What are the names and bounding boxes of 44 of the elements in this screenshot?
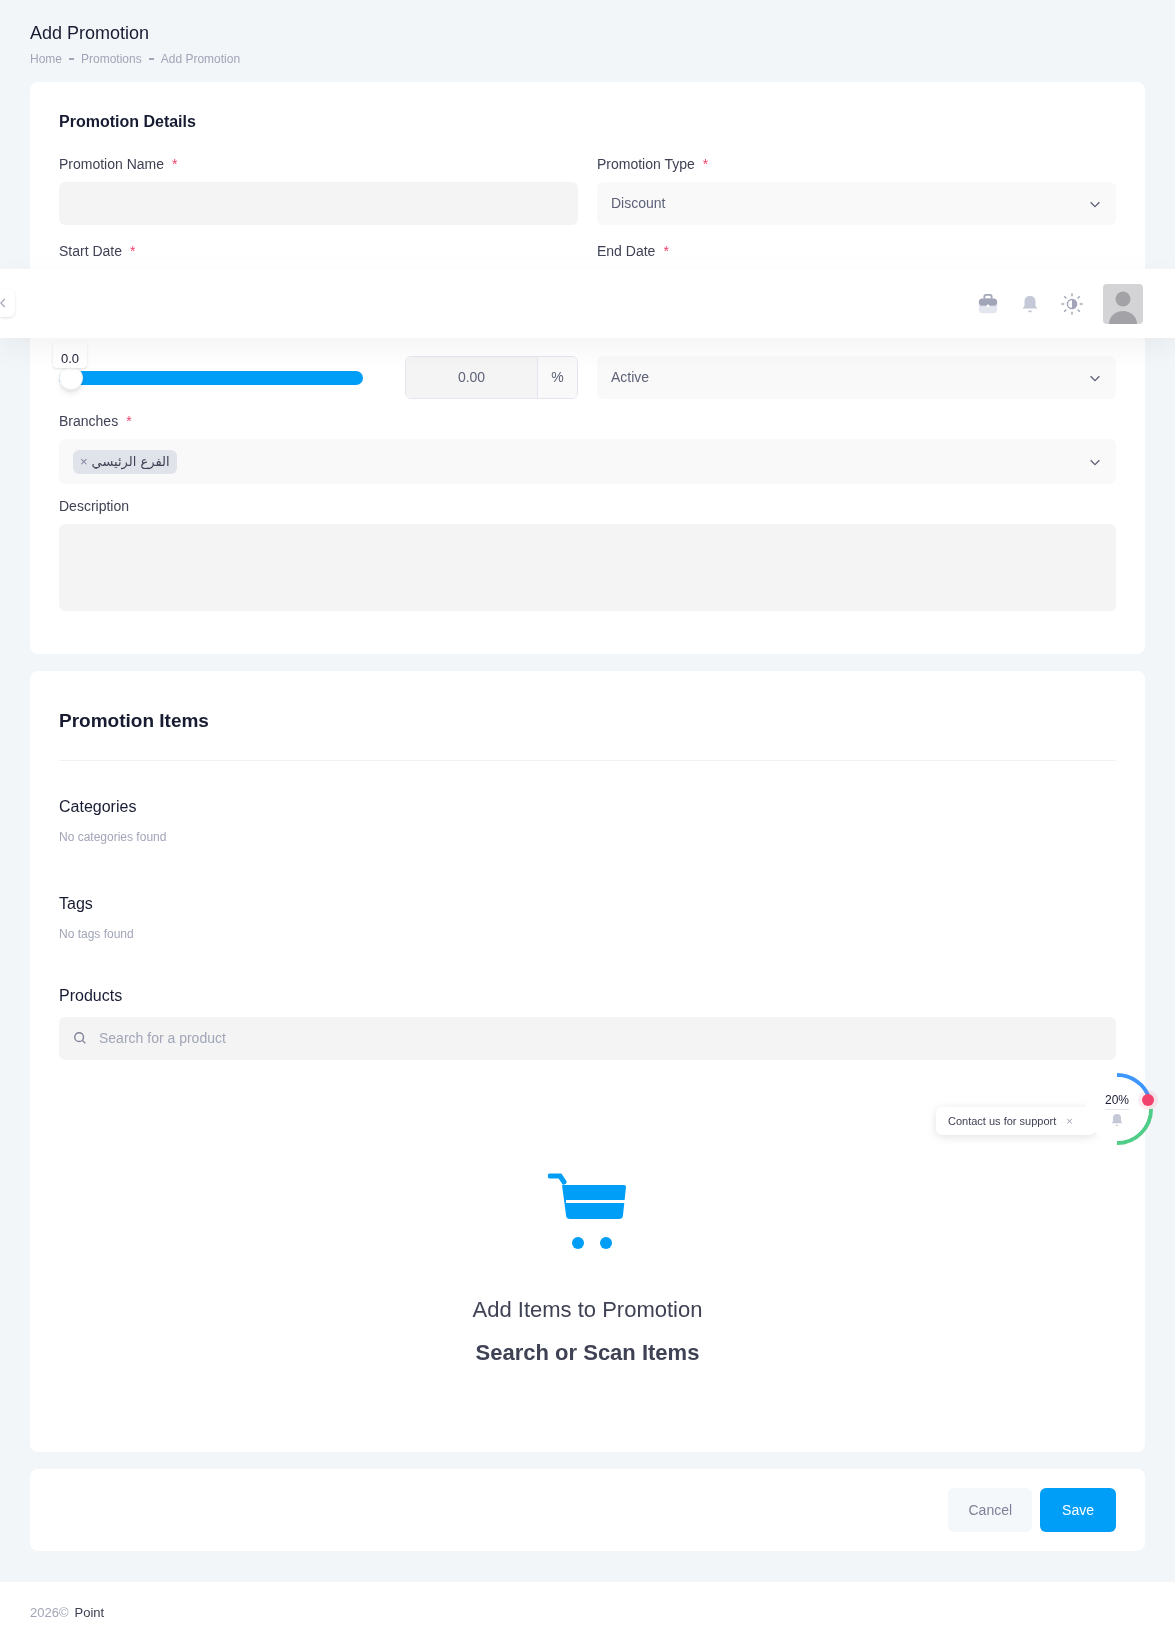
bell-icon xyxy=(1109,1111,1125,1128)
section-title: Promotion Items xyxy=(59,709,210,733)
cancel-button[interactable]: Cancel xyxy=(948,1488,1033,1532)
remove-tag-button[interactable]: × xyxy=(80,451,88,472)
subsection-title: Categories xyxy=(59,796,138,817)
breadcrumb-item: Add Promotion xyxy=(160,51,241,68)
empty-state-subtitle: Search or Scan Items xyxy=(475,1338,700,1367)
field-label: Promotion Name xyxy=(59,154,165,174)
sidebar-toggle-button[interactable] xyxy=(0,289,15,317)
support-tooltip: Contact us for support × xyxy=(936,1107,1095,1135)
footer-link[interactable]: Point xyxy=(74,1602,105,1623)
briefcase-icon[interactable] xyxy=(977,292,999,315)
status-select[interactable]: Active xyxy=(597,356,1116,399)
section-title: Promotion Details xyxy=(59,112,197,132)
required-mark: * xyxy=(130,241,136,261)
required-mark: * xyxy=(172,154,178,174)
slider[interactable] xyxy=(59,365,363,390)
chevron-left-icon xyxy=(0,296,8,310)
field-label: Promotion Type xyxy=(597,154,695,174)
copyright-text: 2026© xyxy=(30,1603,69,1622)
page-title: Add Promotion xyxy=(30,22,151,45)
field-label: Description xyxy=(59,496,130,516)
search-icon xyxy=(73,1030,87,1045)
slider-tooltip: 0.0 xyxy=(53,342,88,368)
save-button[interactable]: Save xyxy=(1040,1488,1116,1532)
branch-tag: × الفرع الرئيسي xyxy=(73,449,177,474)
type-select[interactable]: Discount xyxy=(597,182,1116,225)
subsection-title: Tags xyxy=(59,893,94,914)
field-label: Branches xyxy=(59,411,119,431)
theme-icon[interactable] xyxy=(1061,292,1083,315)
field-label: End Date xyxy=(597,241,656,261)
required-mark: * xyxy=(126,411,132,431)
branches-select[interactable]: × الفرع الرئيسي xyxy=(59,439,1116,484)
empty-message: No tags found xyxy=(59,925,135,943)
avatar-icon[interactable] xyxy=(1103,283,1143,324)
subsection-title: Products xyxy=(59,985,124,1006)
empty-state-title: Add Items to Promotion xyxy=(472,1295,703,1324)
empty-message: No categories found xyxy=(59,828,168,846)
required-mark: * xyxy=(663,241,669,261)
progress-percent: 20% xyxy=(1105,1090,1129,1110)
product-search-field[interactable]: Search for a product xyxy=(59,1016,1116,1060)
field-label: Start Date xyxy=(59,241,123,261)
support-button[interactable]: 20% xyxy=(1080,1072,1154,1146)
required-mark: * xyxy=(702,154,709,174)
